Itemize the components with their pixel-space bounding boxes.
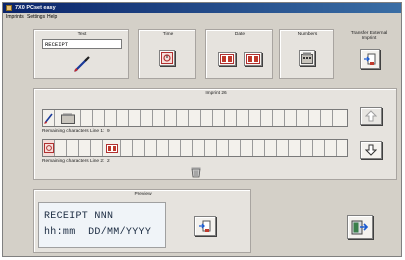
char-slot (177, 110, 189, 126)
pen-icon[interactable] (72, 54, 92, 74)
preview-display: RECEIPT NNN hh:mm DD/MM/YYYY (38, 202, 166, 248)
char-slot (91, 140, 103, 156)
time-label: Time (162, 32, 174, 37)
char-slot (309, 110, 321, 126)
menu-imprints[interactable]: Imprints (6, 14, 24, 20)
clock-token-icon (43, 140, 55, 156)
menu-settings[interactable]: Settings (27, 14, 45, 20)
preview-title: Preview (134, 192, 152, 197)
char-slot (273, 110, 285, 126)
char-slot (55, 140, 67, 156)
char-slot (285, 110, 297, 126)
char-slot (325, 140, 337, 156)
char-slot (201, 110, 213, 126)
move-up-button[interactable] (360, 107, 382, 125)
char-slot (117, 110, 129, 126)
char-slot (213, 110, 225, 126)
transfer-import-button[interactable] (360, 49, 380, 69)
date-label: Date (234, 32, 246, 37)
preview-group: Preview RECEIPT NNN hh:mm DD/MM/YYYY (33, 189, 251, 253)
char-slot (133, 140, 145, 156)
counter-icon[interactable] (299, 50, 315, 66)
exit-button[interactable] (347, 215, 373, 239)
char-slot (79, 140, 91, 156)
date-group: Date (205, 29, 273, 79)
imprint-line-1[interactable] (42, 109, 348, 127)
imprint-title: Imprint 26 (205, 91, 227, 96)
char-slot (105, 110, 117, 126)
char-slot (297, 110, 309, 126)
char-slot (165, 110, 177, 126)
char-slot (81, 110, 93, 126)
char-slot (193, 140, 205, 156)
app-icon (6, 5, 12, 11)
text-label: Text (77, 32, 87, 37)
char-slot (217, 140, 229, 156)
char-slot (141, 110, 153, 126)
char-slot (181, 140, 193, 156)
char-slot (301, 140, 313, 156)
char-slot (237, 110, 249, 126)
char-slot (261, 110, 273, 126)
send-to-printer-button[interactable] (194, 216, 216, 236)
char-slot (189, 110, 201, 126)
numbers-label: Numbers (297, 32, 318, 37)
imprint-group: Imprint 26 Remaining characters Line 1: … (33, 88, 397, 180)
menu-bar: Imprints Settings Help (3, 13, 401, 21)
char-slot (337, 140, 349, 156)
app-window: 7X0 PCset easy Imprints Settings Help Te… (2, 2, 402, 257)
char-slot (145, 140, 157, 156)
window-title: 7X0 PCset easy (15, 5, 56, 11)
char-slot (321, 110, 333, 126)
char-slot (229, 140, 241, 156)
line2-remaining: Remaining characters Line 2: 2 (42, 159, 110, 164)
clock-icon[interactable] (159, 50, 175, 66)
char-slot (241, 140, 253, 156)
char-slot (253, 140, 265, 156)
char-slot (153, 110, 165, 126)
char-slot (129, 110, 141, 126)
text-input[interactable]: RECEIPT (42, 39, 122, 49)
move-down-button[interactable] (360, 141, 382, 159)
pen-token-icon (43, 110, 55, 126)
numbers-group: Numbers (279, 29, 334, 79)
menu-help[interactable]: Help (47, 14, 57, 20)
char-slot (205, 140, 217, 156)
trash-icon[interactable] (190, 166, 202, 178)
preview-line-2: hh:mm DD/MM/YYYY (44, 227, 152, 238)
char-slot (277, 140, 289, 156)
calendar-token-icon (103, 140, 121, 156)
char-slot (67, 140, 79, 156)
calendar-icon[interactable] (218, 52, 236, 66)
preview-line-1: RECEIPT NNN (44, 211, 114, 222)
time-group: Time (138, 29, 196, 79)
title-bar: 7X0 PCset easy (3, 3, 401, 13)
transfer-label: Transfer External Imprint (339, 31, 399, 41)
char-slot (333, 110, 345, 126)
text-group: Text RECEIPT (33, 29, 129, 79)
char-slot (225, 110, 237, 126)
char-slot (121, 140, 133, 156)
transfer-label-line2: Imprint (361, 36, 377, 41)
line1-remaining: Remaining characters Line 1: 9 (42, 129, 110, 134)
char-slot (157, 140, 169, 156)
char-slot (289, 140, 301, 156)
char-slot (169, 140, 181, 156)
char-slot (265, 140, 277, 156)
char-slot (249, 110, 261, 126)
calendar-alt-icon[interactable] (244, 52, 262, 66)
imprint-line-2[interactable] (42, 139, 348, 157)
char-slot (93, 110, 105, 126)
counter-token-icon (55, 110, 81, 126)
char-slot (313, 140, 325, 156)
